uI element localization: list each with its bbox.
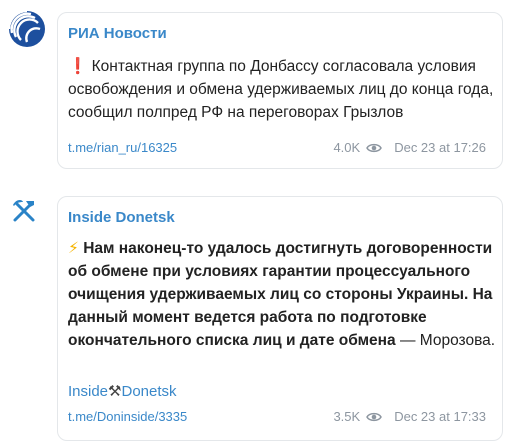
hammer-pick-emoji-icon: ⚒ [108,382,122,400]
eye-icon [366,412,383,421]
post-link[interactable]: t.me/rian_ru/16325 [68,140,177,155]
post-date[interactable]: Dec 23 at 17:33 [394,409,486,424]
avatar[interactable] [9,196,39,226]
avatar[interactable] [4,6,50,52]
channel-name[interactable]: РИА Новости [68,25,167,42]
signature-left: Inside [68,383,109,400]
view-count: 3.5K [333,409,361,424]
message-text: ❗ Контактная группа по Донбассу согласов… [68,55,498,124]
post-link[interactable]: t.me/Doninside/3335 [68,409,187,424]
message-bubble: РИА Новости ❗ Контактная группа по Донба… [57,12,503,169]
lightning-emoji-icon: ⚡ [68,239,79,257]
channel-name[interactable]: Inside Donetsk [68,209,175,226]
post-date[interactable]: Dec 23 at 17:26 [394,140,486,155]
channel-signature[interactable]: Inside⚒Donetsk [68,382,177,400]
hammer-pick-icon [13,200,35,222]
exclamation-emoji-icon: ❗ [68,57,88,75]
message-text: ⚡ Нам наконец-то удалось достигнуть дого… [68,237,498,352]
signature-right: Donetsk [121,383,177,400]
ria-globe-logo-icon [4,6,50,52]
eye-icon [366,143,383,152]
post-meta: 4.0K Dec 23 at 17:26 [333,140,486,155]
post-meta: 3.5K Dec 23 at 17:33 [333,409,486,424]
message-body: Контактная группа по Донбассу согласовал… [68,58,494,121]
message-bubble: Inside Donetsk ⚡ Нам наконец-то удалось … [57,196,503,441]
view-count: 4.0K [333,140,361,155]
message-body-rest: — Морозова. [395,332,496,349]
